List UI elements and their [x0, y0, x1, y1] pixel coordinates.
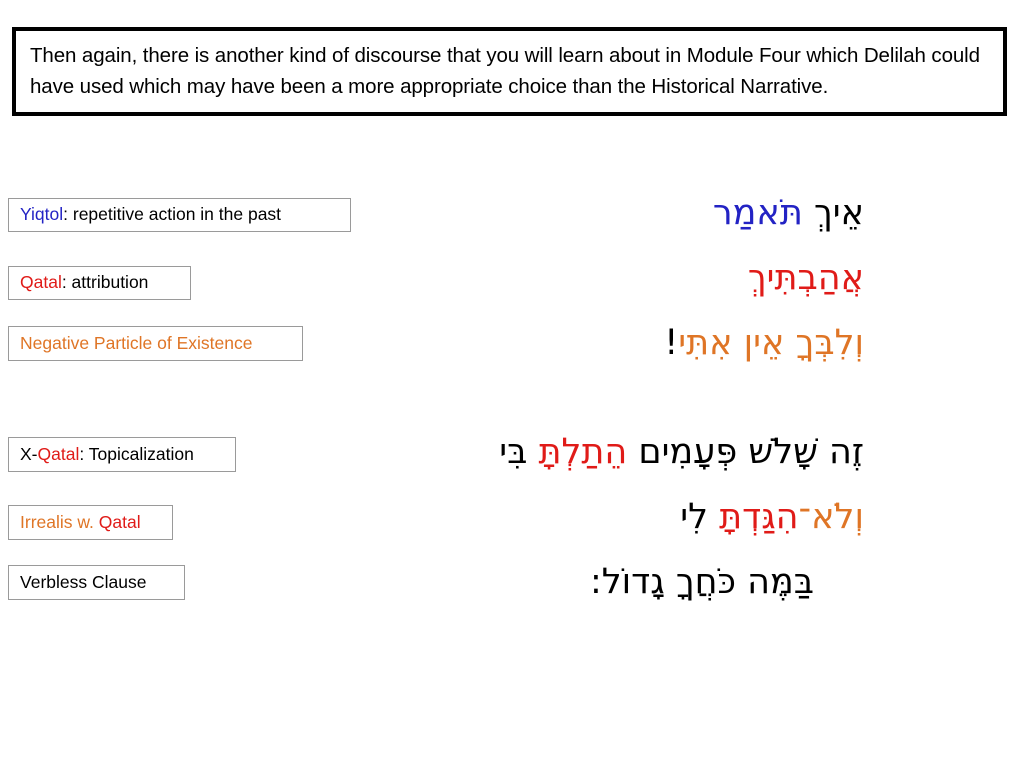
text-run-black: : Topicalization [79, 443, 194, 464]
label-text-x-qatal: X-Qatal: Topicalization [20, 443, 194, 464]
label-box-yiqtol[interactable]: Yiqtol: repetitive action in the past [8, 198, 351, 232]
hebrew-line-2: אֲהַבְתִּיךְ [748, 258, 864, 298]
hebrew-run-black: בַּמֶּה כֹּחֲךָ גָדוֹל: [589, 562, 814, 602]
hebrew-line-4: זֶה שָׁלֹשׁ פְּעָמִים הֵתַלְתָּ בִּי [499, 432, 864, 472]
slide-canvas: Then again, there is another kind of dis… [0, 0, 1024, 768]
label-box-qatal[interactable]: Qatal: attribution [8, 266, 191, 300]
hebrew-run-red: הִגַּדְתָּ [719, 497, 799, 537]
label-text-qatal: Qatal: attribution [20, 274, 148, 292]
label-box-irrealis-w-qatal[interactable]: Irrealis w. Qatal [8, 505, 173, 540]
text-run-red: Qatal [98, 511, 141, 532]
label-box-negative-particle-of-existence[interactable]: Negative Particle of Existence [8, 326, 303, 361]
hebrew-run-black: בִּי [499, 432, 539, 472]
text-run-red: Qatal [37, 443, 80, 464]
hebrew-run-orange: וְלֹא־ [798, 497, 864, 537]
hebrew-run-black: זֶה שָׁלֹשׁ פְּעָמִים [627, 432, 864, 472]
hebrew-run-orange: וְלִבְּךָ אֵין אִתִּי [678, 323, 864, 363]
hebrew-line-6: בַּמֶּה כֹּחֲךָ גָדוֹל: [590, 562, 814, 602]
hebrew-line-5: וְלֹא־הִגַּדְתָּ לִי [680, 497, 864, 537]
text-run-black: : repetitive action in the past [63, 204, 282, 225]
callout-box: Then again, there is another kind of dis… [12, 27, 1007, 116]
label-text-irrealis-w-qatal: Irrealis w. Qatal [20, 511, 141, 532]
text-run-red: Qatal [20, 272, 62, 293]
hebrew-line-3: וְלִבְּךָ אֵין אִתִּי! [664, 323, 864, 363]
text-run-black: X- [20, 443, 38, 464]
hebrew-run-black: לִי [680, 497, 720, 537]
hebrew-run-blue: תֹּאמַר [712, 193, 803, 233]
label-box-verbless-clause[interactable]: Verbless Clause [8, 565, 185, 600]
callout-text: Then again, there is another kind of dis… [30, 44, 980, 98]
hebrew-run-red: הֵתַלְתָּ [538, 432, 628, 472]
text-run-orange: Irrealis w. [20, 511, 99, 532]
text-run-orange: Negative Particle of Existence [20, 332, 253, 353]
hebrew-line-1: אֵיךְ תֹּאמַר [713, 193, 864, 233]
label-text-verbless-clause: Verbless Clause [20, 571, 147, 592]
text-run-blue: Yiqtol [20, 204, 64, 225]
hebrew-run-red: אֲהַבְתִּיךְ [747, 258, 864, 298]
text-run-black: Verbless Clause [20, 571, 147, 592]
hebrew-run-black: אֵיךְ [802, 193, 864, 233]
text-run-black: : attribution [61, 272, 149, 293]
label-text-yiqtol: Yiqtol: repetitive action in the past [20, 206, 281, 224]
label-box-x-qatal[interactable]: X-Qatal: Topicalization [8, 437, 236, 472]
hebrew-run-black: ! [664, 323, 679, 363]
label-text-negative-particle-of-existence: Negative Particle of Existence [20, 332, 253, 353]
